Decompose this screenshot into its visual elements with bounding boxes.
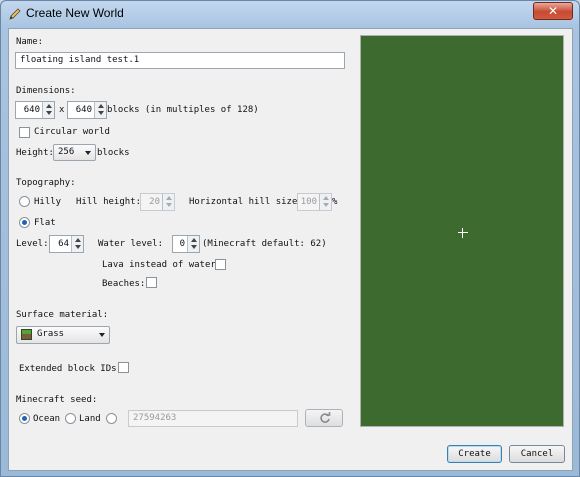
height-dim-spinner-arrows[interactable] (94, 102, 106, 118)
hilly-radio[interactable] (19, 196, 30, 207)
land-radio[interactable] (65, 413, 76, 424)
height-label: Height: (16, 148, 54, 158)
width-spinner-arrows[interactable] (42, 102, 54, 118)
name-label: Name: (16, 37, 44, 47)
refresh-icon (320, 412, 331, 423)
crosshair-icon (458, 232, 468, 233)
horizontal-hill-size-spinner[interactable]: 100 (297, 193, 332, 211)
arrow-up-icon[interactable] (75, 238, 81, 242)
flat-radio[interactable] (19, 217, 30, 228)
refresh-seed-button[interactable] (305, 409, 343, 427)
grass-block-icon (21, 329, 32, 340)
arrow-up-icon[interactable] (98, 104, 104, 108)
height-dim-value: 640 (75, 105, 92, 115)
surface-material-value: Grass (37, 329, 65, 339)
hill-height-spinner-arrows[interactable] (162, 194, 174, 210)
close-icon: ✕ (547, 4, 559, 18)
window-title: Create New World (26, 6, 124, 20)
flat-label: Flat (34, 218, 56, 228)
water-level-label: Water level: (98, 239, 164, 249)
hill-height-label: Hill height: (76, 197, 142, 207)
custom-seed-radio[interactable] (106, 413, 117, 424)
topography-label: Topography: (16, 178, 76, 188)
create-button[interactable]: Create (447, 445, 502, 463)
arrow-up-icon[interactable] (46, 104, 52, 108)
ocean-radio[interactable] (19, 413, 30, 424)
height-select[interactable]: 256 (53, 144, 96, 161)
circular-world-checkbox[interactable] (19, 127, 30, 138)
seed-label: Minecraft seed: (16, 395, 98, 405)
dimensions-suffix: blocks (in multiples of 128) (107, 105, 259, 115)
arrow-down-icon[interactable] (166, 203, 172, 207)
water-level-spinner-arrows[interactable] (187, 236, 199, 252)
height-value: 256 (58, 147, 75, 157)
level-value: 64 (58, 239, 69, 249)
horizontal-hill-size-spinner-arrows[interactable] (319, 194, 331, 210)
beaches-label: Beaches: (102, 279, 146, 289)
extended-block-ids-label: Extended block IDs: (19, 364, 122, 374)
height-suffix: blocks (97, 148, 130, 158)
world-preview[interactable] (360, 35, 564, 427)
arrow-down-icon[interactable] (75, 245, 81, 249)
arrow-down-icon[interactable] (98, 111, 104, 115)
height-dim-spinner[interactable]: 640 (67, 101, 107, 119)
percent-label: % (332, 197, 338, 207)
arrow-up-icon[interactable] (323, 196, 329, 200)
arrow-up-icon[interactable] (166, 196, 172, 200)
water-level-value: 0 (179, 239, 185, 249)
horizontal-hill-size-label: Horizontal hill size: (189, 197, 303, 207)
dialog-body: Name: floating island test.1 Dimensions:… (8, 28, 573, 471)
surface-material-select[interactable]: Grass (16, 326, 110, 344)
water-level-hint: (Minecraft default: 62) (202, 239, 327, 249)
water-level-spinner[interactable]: 0 (172, 235, 200, 253)
level-spinner-arrows[interactable] (71, 236, 83, 252)
hilly-label: Hilly (34, 197, 62, 207)
circular-world-label: Circular world (34, 127, 110, 137)
chevron-down-icon (99, 333, 105, 337)
crosshair-icon-vertical (462, 228, 463, 238)
chevron-down-icon (85, 151, 91, 155)
surface-material-label: Surface material: (16, 310, 109, 320)
create-world-window: Create New World ✕ Name: floating island… (0, 0, 580, 477)
lava-checkbox[interactable] (215, 259, 226, 270)
close-button[interactable]: ✕ (533, 2, 573, 20)
level-label: Level: (16, 239, 49, 249)
level-spinner[interactable]: 64 (49, 235, 84, 253)
title-bar[interactable]: Create New World ✕ (1, 1, 579, 27)
ocean-label: Ocean (33, 414, 61, 424)
arrow-down-icon[interactable] (191, 245, 197, 249)
arrow-up-icon[interactable] (191, 238, 197, 242)
cancel-button[interactable]: Cancel (509, 445, 565, 463)
horizontal-hill-size-value: 100 (300, 197, 317, 207)
times-label: x (59, 105, 65, 115)
lava-label: Lava instead of water: (102, 260, 222, 270)
width-value: 640 (23, 105, 40, 115)
arrow-down-icon[interactable] (46, 111, 52, 115)
extended-block-ids-checkbox[interactable] (118, 362, 129, 373)
beaches-checkbox[interactable] (146, 277, 157, 288)
hill-height-spinner[interactable]: 20 (140, 193, 175, 211)
arrow-down-icon[interactable] (323, 203, 329, 207)
hill-height-value: 20 (149, 197, 160, 207)
width-spinner[interactable]: 640 (15, 101, 55, 119)
pencil-icon (9, 8, 21, 20)
name-input[interactable]: floating island test.1 (15, 52, 345, 69)
land-label: Land (79, 414, 101, 424)
seed-input[interactable]: 27594263 (128, 410, 298, 427)
dimensions-label: Dimensions: (16, 86, 76, 96)
